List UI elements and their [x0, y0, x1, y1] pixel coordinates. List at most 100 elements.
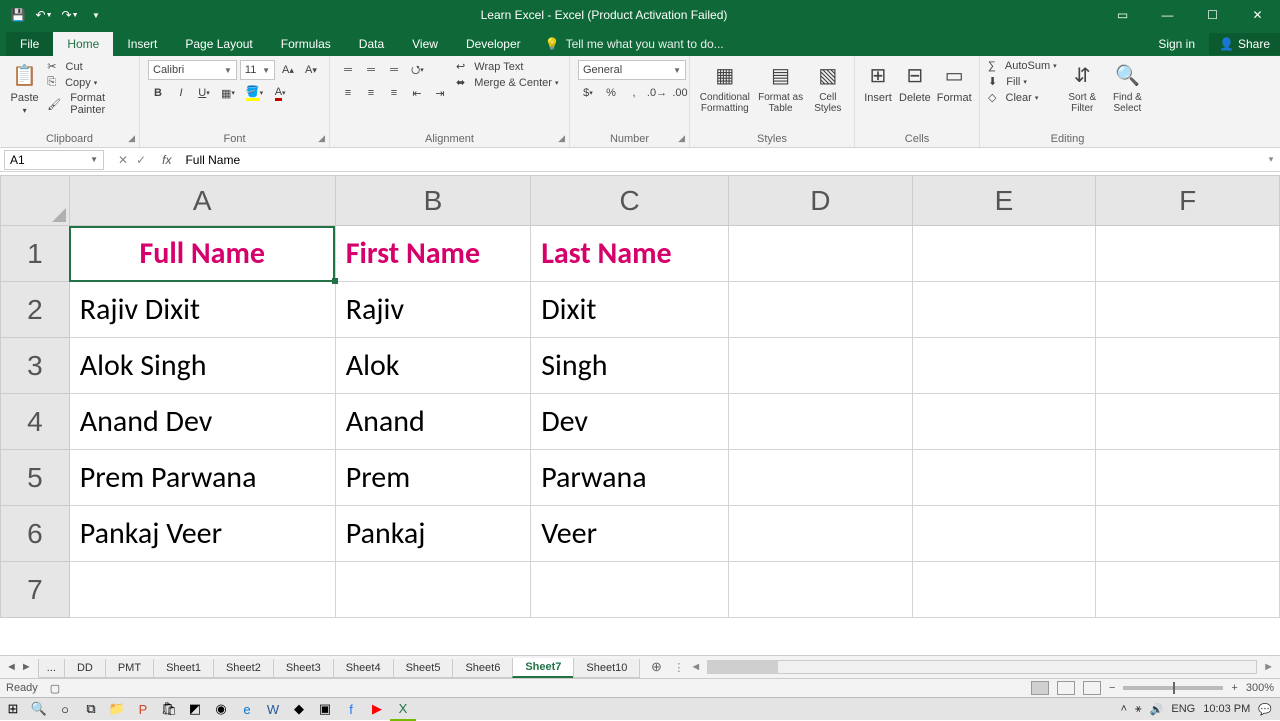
tab-developer[interactable]: Developer [452, 32, 535, 56]
accounting-format-button[interactable]: $▾ [578, 83, 598, 103]
insert-cells-button[interactable]: ⊞Insert [863, 60, 893, 104]
worksheet-grid[interactable]: ABCDEF1Full NameFirst NameLast Name2Raji… [0, 175, 1280, 655]
cortana-button[interactable]: ○ [52, 698, 78, 721]
sheet-tab-Sheet6[interactable]: Sheet6 [452, 659, 513, 678]
hscroll-right-button[interactable]: ► [1263, 661, 1274, 673]
cell-E6[interactable] [912, 506, 1096, 562]
bold-button[interactable]: B [148, 83, 168, 103]
cell-B6[interactable]: Pankaj [335, 506, 530, 562]
underline-button[interactable]: U ▾ [194, 83, 214, 103]
cell-C5[interactable]: Parwana [531, 450, 729, 506]
font-size-combo[interactable]: 11▼ [240, 60, 275, 80]
cut-button[interactable]: ✂ Cut [47, 60, 131, 73]
save-button[interactable]: 💾 [6, 3, 30, 27]
tab-file[interactable]: File [6, 32, 53, 56]
file-explorer-icon[interactable]: 📁 [104, 698, 130, 721]
taskbar-search-button[interactable]: 🔍 [26, 698, 52, 721]
decrease-decimal-button[interactable]: .00 [670, 83, 690, 103]
cell-A5[interactable]: Prem Parwana [69, 450, 335, 506]
cell-A2[interactable]: Rajiv Dixit [69, 282, 335, 338]
row-header-5[interactable]: 5 [1, 450, 70, 506]
formula-input[interactable]: Full Name [177, 153, 1262, 167]
edge-icon[interactable]: e [234, 698, 260, 721]
cell-E7[interactable] [912, 562, 1096, 618]
dialog-launcher-icon[interactable]: ◢ [128, 133, 135, 144]
zoom-level[interactable]: 300% [1246, 682, 1274, 694]
minimize-button[interactable]: — [1145, 0, 1190, 30]
hscroll-left-button[interactable]: ◄ [690, 661, 701, 673]
cell-B1[interactable]: First Name [335, 226, 530, 282]
undo-button[interactable]: ↶▼ [32, 3, 56, 27]
wrap-text-button[interactable]: ↩ Wrap Text [456, 60, 558, 73]
tab-page-layout[interactable]: Page Layout [171, 32, 266, 56]
zoom-out-button[interactable]: − [1109, 682, 1115, 694]
autosum-button[interactable]: ∑ AutoSum ▾ [988, 60, 1057, 72]
youtube-icon[interactable]: ▶ [364, 698, 390, 721]
column-header-C[interactable]: C [531, 176, 729, 226]
zoom-in-button[interactable]: + [1231, 682, 1237, 694]
number-format-combo[interactable]: General▼ [578, 60, 686, 80]
select-all-corner[interactable] [1, 176, 70, 226]
cell-F2[interactable] [1096, 282, 1280, 338]
page-layout-view-button[interactable] [1057, 681, 1075, 695]
cell-D4[interactable] [729, 394, 913, 450]
tray-chevron-icon[interactable]: ˄ [1121, 703, 1127, 715]
close-button[interactable]: ✕ [1235, 0, 1280, 30]
cell-C4[interactable]: Dev [531, 394, 729, 450]
name-box[interactable]: A1▼ [4, 150, 104, 170]
sheet-nav-next-button[interactable]: ► [21, 661, 32, 673]
cell-F6[interactable] [1096, 506, 1280, 562]
sheet-tab-...[interactable]: ... [38, 659, 65, 678]
app-icon-3[interactable]: ▣ [312, 698, 338, 721]
tell-me-search[interactable]: 💡 Tell me what you want to do... [535, 32, 734, 56]
column-header-D[interactable]: D [729, 176, 913, 226]
cell-C7[interactable] [531, 562, 729, 618]
page-break-view-button[interactable] [1083, 681, 1101, 695]
paste-button[interactable]: 📋 Paste ▾ [8, 60, 41, 115]
copy-button[interactable]: ⎘ Copy ▾ [47, 76, 131, 89]
orientation-button[interactable]: ⭯▾ [407, 60, 428, 80]
align-right-button[interactable]: ≡ [384, 83, 404, 103]
cell-D2[interactable] [729, 282, 913, 338]
fx-icon[interactable]: fx [156, 153, 177, 167]
dialog-launcher-icon[interactable]: ◢ [318, 133, 325, 144]
ribbon-options-button[interactable]: ▭ [1100, 0, 1145, 30]
cell-E1[interactable] [912, 226, 1096, 282]
excel-taskbar-icon[interactable]: X [390, 698, 416, 721]
percent-button[interactable]: % [601, 83, 621, 103]
cell-E2[interactable] [912, 282, 1096, 338]
cell-D5[interactable] [729, 450, 913, 506]
find-select-button[interactable]: 🔍Find & Select [1108, 60, 1147, 114]
cell-D6[interactable] [729, 506, 913, 562]
cell-B2[interactable]: Rajiv [335, 282, 530, 338]
share-button[interactable]: 👤 Share [1209, 33, 1280, 55]
cell-D3[interactable] [729, 338, 913, 394]
sign-in-link[interactable]: Sign in [1144, 32, 1209, 56]
fill-color-button[interactable]: 🪣 ▾ [242, 83, 267, 103]
maximize-button[interactable]: ☐ [1190, 0, 1235, 30]
sheet-tab-Sheet7[interactable]: Sheet7 [512, 658, 574, 678]
align-left-button[interactable]: ≡ [338, 83, 358, 103]
chrome-icon[interactable]: ◉ [208, 698, 234, 721]
cell-C2[interactable]: Dixit [531, 282, 729, 338]
cell-D7[interactable] [729, 562, 913, 618]
column-header-F[interactable]: F [1096, 176, 1280, 226]
enter-formula-button[interactable]: ✓ [136, 153, 146, 167]
align-center-button[interactable]: ≡ [361, 83, 381, 103]
cell-F1[interactable] [1096, 226, 1280, 282]
column-header-A[interactable]: A [69, 176, 335, 226]
dialog-launcher-icon[interactable]: ◢ [558, 133, 565, 144]
tab-formulas[interactable]: Formulas [267, 32, 345, 56]
task-view-button[interactable]: ⧉ [78, 698, 104, 721]
cell-C6[interactable]: Veer [531, 506, 729, 562]
align-bottom-button[interactable]: ═ [384, 60, 404, 80]
expand-formula-bar-button[interactable]: ▾ [1262, 154, 1280, 165]
comma-button[interactable]: , [624, 83, 644, 103]
cell-B3[interactable]: Alok [335, 338, 530, 394]
qat-customize-button[interactable]: ▼ [84, 3, 108, 27]
new-sheet-button[interactable]: ⊕ [645, 659, 667, 675]
sheet-tab-Sheet2[interactable]: Sheet2 [213, 659, 274, 678]
facebook-icon[interactable]: f [338, 698, 364, 721]
sheet-tab-Sheet5[interactable]: Sheet5 [393, 659, 454, 678]
decrease-font-button[interactable]: A▾ [301, 60, 321, 80]
